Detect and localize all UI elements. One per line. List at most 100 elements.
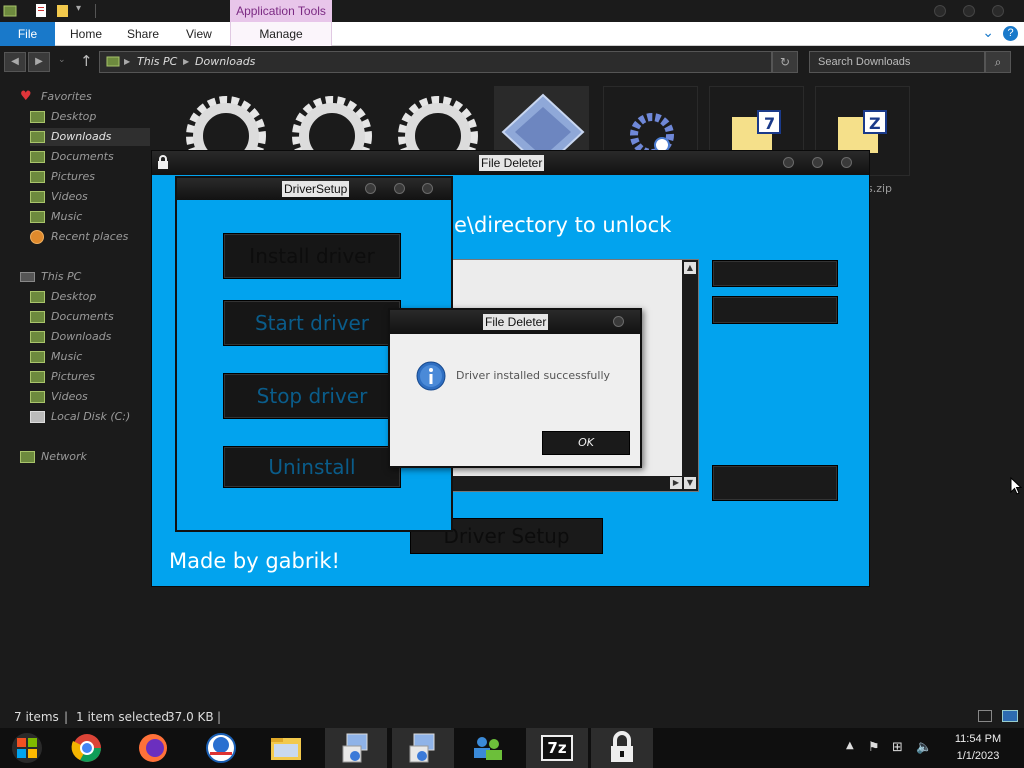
show-hidden-icons[interactable]: ▲ xyxy=(846,740,854,751)
horizontal-scrollbar[interactable]: ▶ xyxy=(453,476,683,491)
breadcrumb-downloads[interactable]: Downloads xyxy=(195,52,255,72)
start-button[interactable] xyxy=(0,728,56,768)
help-icon[interactable]: ? xyxy=(1003,26,1018,41)
window-title: DriverSetup xyxy=(282,181,350,197)
scroll-right-icon[interactable]: ▶ xyxy=(670,477,682,489)
desktop-icon xyxy=(30,111,45,123)
scroll-up-icon[interactable]: ▲ xyxy=(684,262,696,274)
minimize-button[interactable] xyxy=(934,5,946,17)
tab-manage[interactable]: Manage xyxy=(230,22,332,46)
nav-pc-documents[interactable]: Documents xyxy=(30,308,114,326)
driver-setup-title-bar[interactable]: DriverSetup xyxy=(177,178,451,200)
maximize-button[interactable] xyxy=(812,157,823,168)
browse-file-button[interactable] xyxy=(712,260,838,287)
address-toolbar: ◀ ▶ ⌄ ↑ ▶ This PC ▶ Downloads ↻ Search D… xyxy=(0,47,1024,77)
taskbar-firefox[interactable] xyxy=(122,728,184,768)
close-button[interactable] xyxy=(992,5,1004,17)
file-deleter-title-bar[interactable]: File Deleter xyxy=(152,151,869,175)
volume-icon[interactable]: 🔈 xyxy=(916,740,932,755)
scroll-down-icon[interactable]: ▼ xyxy=(684,477,696,489)
nav-label: Music xyxy=(51,210,83,223)
taskbar-7zip[interactable]: 7z xyxy=(526,728,588,768)
tab-file[interactable]: File xyxy=(0,22,55,46)
customize-toolbar-icon[interactable]: ▾ xyxy=(76,3,81,14)
info-icon xyxy=(416,361,446,391)
selection-size: 37.0 KB xyxy=(167,710,214,724)
action-center-flag-icon[interactable]: ⚑ xyxy=(868,740,880,755)
install-driver-button[interactable]: Install driver xyxy=(223,233,401,279)
back-button[interactable]: ◀ xyxy=(4,52,26,72)
system-clock[interactable]: 11:54 PM 1/1/2023 xyxy=(940,731,1016,765)
taskbar-app[interactable] xyxy=(190,728,252,768)
maximize-button[interactable] xyxy=(394,183,405,194)
vertical-scrollbar[interactable]: ▲ ▼ xyxy=(682,260,698,491)
close-button[interactable] xyxy=(422,183,433,194)
message-box-dialog: File Deleter Driver installed successful… xyxy=(388,308,642,468)
network-icon xyxy=(20,451,35,463)
forward-button[interactable]: ▶ xyxy=(28,52,50,72)
installer-icon xyxy=(342,733,368,763)
refresh-button[interactable]: ↻ xyxy=(772,51,798,73)
taskbar-file-deleter[interactable] xyxy=(591,728,653,768)
taskbar: 7z ▲ ⚑ ⊞ 🔈 11:54 PM 1/1/2023 xyxy=(0,728,1024,768)
nav-pc-downloads[interactable]: Downloads xyxy=(30,328,111,346)
nav-favorites-videos[interactable]: Videos xyxy=(30,188,88,206)
breadcrumb-this-pc[interactable]: This PC xyxy=(137,52,177,72)
nav-favorites-music[interactable]: Music xyxy=(30,208,82,226)
downloads-icon xyxy=(30,131,45,143)
favorites-header[interactable]: ♥ Favorites xyxy=(20,88,92,106)
breadcrumb-arrow-icon: ▶ xyxy=(183,57,190,66)
taskbar-chrome[interactable] xyxy=(56,728,118,768)
unlock-button[interactable] xyxy=(712,465,838,501)
ok-button[interactable]: OK xyxy=(542,431,630,455)
pictures-icon xyxy=(30,371,45,383)
recent-locations-icon[interactable]: ⌄ xyxy=(58,55,66,65)
search-icon[interactable]: ⌕ xyxy=(985,51,1011,73)
taskbar-installer-2[interactable] xyxy=(392,728,454,768)
new-folder-icon[interactable] xyxy=(56,3,70,18)
tab-view[interactable]: View xyxy=(186,22,212,46)
taskbar-file-explorer[interactable] xyxy=(255,728,317,768)
minimize-button[interactable] xyxy=(365,183,376,194)
this-pc-header[interactable]: This PC xyxy=(20,268,81,286)
close-button[interactable] xyxy=(841,157,852,168)
up-arrow-icon[interactable]: ↑ xyxy=(80,52,93,70)
start-driver-button[interactable]: Start driver xyxy=(223,300,401,346)
nav-pc-local-disk[interactable]: Local Disk (C:) xyxy=(30,408,130,426)
nav-pc-music[interactable]: Music xyxy=(30,348,82,366)
taskbar-installer-1[interactable] xyxy=(325,728,387,768)
nav-label: Documents xyxy=(51,150,114,163)
stop-driver-button[interactable]: Stop driver xyxy=(223,373,401,419)
details-view-icon[interactable] xyxy=(978,710,992,722)
explorer-app-icon xyxy=(3,5,17,17)
nav-favorites-desktop[interactable]: Desktop xyxy=(30,108,96,126)
network-header[interactable]: Network xyxy=(20,448,87,466)
properties-icon[interactable] xyxy=(34,3,48,18)
nav-pc-desktop[interactable]: Desktop xyxy=(30,288,96,306)
nav-favorites-pictures[interactable]: Pictures xyxy=(30,168,95,186)
nav-favorites-documents[interactable]: Documents xyxy=(30,148,114,166)
address-bar[interactable]: ▶ This PC ▶ Downloads xyxy=(99,51,772,73)
search-input[interactable]: Search Downloads xyxy=(809,51,985,73)
nav-label: Recent places xyxy=(51,230,129,243)
uninstall-driver-button[interactable]: Uninstall xyxy=(223,446,401,488)
close-button[interactable] xyxy=(613,316,624,327)
browse-folder-button[interactable] xyxy=(712,296,838,324)
tab-home[interactable]: Home xyxy=(70,22,102,46)
nav-favorites-downloads[interactable]: Downloads xyxy=(30,128,150,146)
message-box-title-bar[interactable]: File Deleter xyxy=(390,310,640,334)
videos-icon xyxy=(30,391,45,403)
nav-favorites-recent[interactable]: Recent places xyxy=(30,228,128,246)
expand-ribbon-icon[interactable]: ⌄ xyxy=(982,25,994,41)
large-icons-view-icon[interactable] xyxy=(1002,710,1018,722)
credit-label: Made by gabrik! xyxy=(169,549,340,573)
network-status-icon[interactable]: ⊞ xyxy=(892,740,903,755)
documents-icon xyxy=(30,151,45,163)
nav-pc-pictures[interactable]: Pictures xyxy=(30,368,95,386)
tab-share[interactable]: Share xyxy=(127,22,159,46)
minimize-button[interactable] xyxy=(783,157,794,168)
taskbar-people-app[interactable] xyxy=(458,728,520,768)
maximize-button[interactable] xyxy=(963,5,975,17)
nav-pc-videos[interactable]: Videos xyxy=(30,388,88,406)
selection-count: 1 item selected xyxy=(76,710,170,724)
